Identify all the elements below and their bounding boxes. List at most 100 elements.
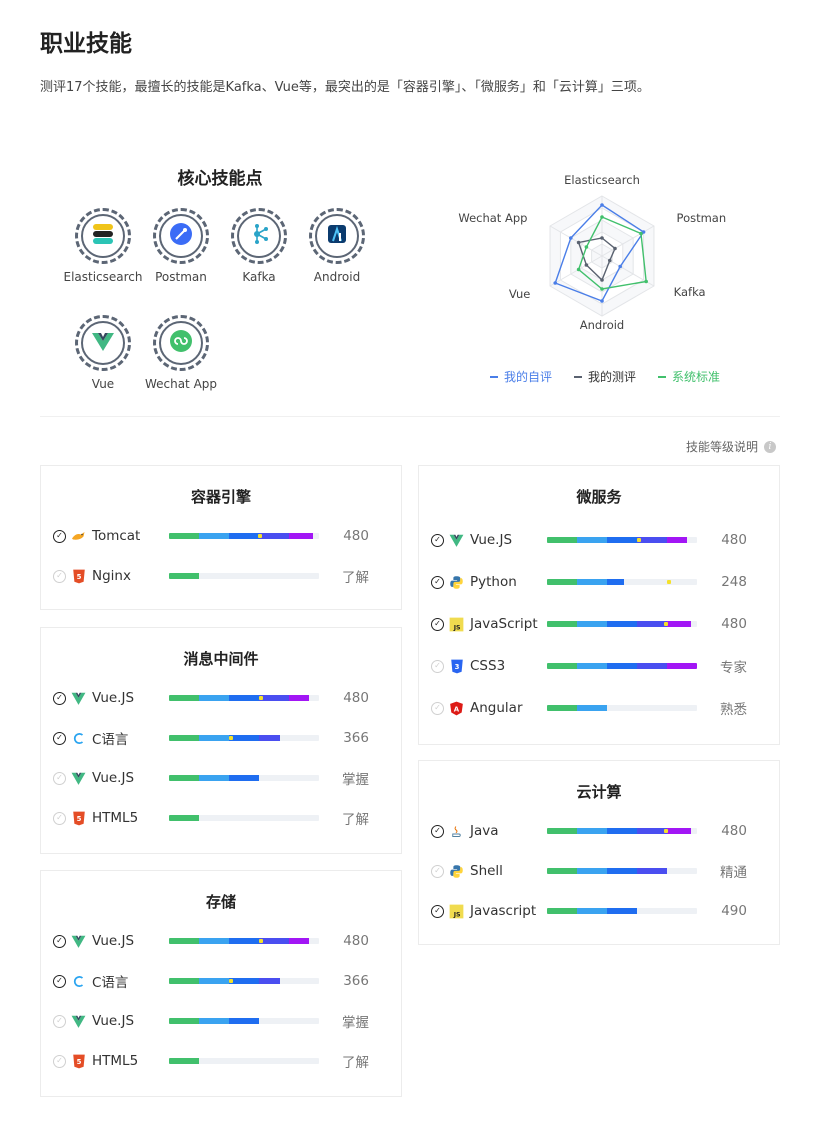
section-divider [40,416,780,417]
verified-check-icon: ✓ [53,691,66,705]
skill-score: 490 [721,903,747,919]
badge-label: Kafka [242,270,276,284]
badge-elasticsearch[interactable]: Elasticsearch [58,208,148,284]
skill-row[interactable]: ✓ Vue.JS 掌握 [53,768,389,788]
skills-summary: 测评17个技能，最擅长的技能是Kafka、Vue等，最突出的是「容器引擎」、「微… [40,80,650,95]
badge-label: Postman [155,270,207,284]
legend-self[interactable]: 我的自评 [490,368,552,385]
skill-name: Java [470,823,499,839]
skill-level-fill [169,1058,199,1064]
skill-level-fill [547,579,624,585]
skill-level-bar [547,537,697,543]
skill-row[interactable]: ✓ Vue.JS 480 [53,931,389,951]
legend-standard[interactable]: 系统标准 [658,368,720,385]
skill-level-fill [169,775,259,781]
skill-score-marker [259,696,263,700]
skill-level-bar [169,573,319,579]
skill-name: C语言 [92,975,129,991]
skill-level-bar [547,868,697,874]
info-icon: i [764,440,776,453]
card-title: 存储 [205,893,236,911]
skill-row[interactable]: ✓ JS Javascript 490 [431,901,767,921]
svg-text:A: A [454,705,460,713]
skill-score: 480 [721,532,747,548]
skill-row[interactable]: ✓ Java 480 [431,821,767,841]
skill-level-bar [169,1058,319,1064]
verified-check-icon: ✓ [431,824,444,838]
skill-score: 了解 [342,812,369,828]
skill-row[interactable]: ✓ Tomcat 480 [53,526,389,546]
skill-name: C语言 [92,732,129,748]
skill-level-help-link[interactable]: 技能等级说明 i [686,438,776,455]
skill-row[interactable]: ✓ C语言 366 [53,971,389,991]
skill-row[interactable]: ✓ Vue.JS 掌握 [53,1011,389,1031]
radar-point [600,299,604,303]
skill-row[interactable]: ✓ C语言 366 [53,728,389,748]
python-icon [449,575,464,590]
angular-icon: A [449,701,464,716]
skill-level-fill [547,537,687,543]
badge-android[interactable]: Android [292,208,382,284]
radar-axis-label: Android [580,318,624,332]
skill-name: Vue.JS [92,1013,135,1029]
badge-postman[interactable]: Postman [136,208,226,284]
radar-point [584,245,589,249]
skill-level-bar [547,621,697,627]
unverified-check-icon: ✓ [431,864,444,878]
radar-point [644,279,648,284]
wechat-miniprogram-icon [168,328,194,358]
card-container-engine: 容器引擎 ✓ Tomcat 480 ✓ 5 Nginx 了解 [40,465,402,610]
skill-row[interactable]: ✓ 5 HTML5 了解 [53,1051,389,1071]
skill-row[interactable]: ✓ 3 CSS3 专家 [431,656,767,676]
skill-row[interactable]: ✓ 5 HTML5 了解 [53,808,389,828]
skill-row[interactable]: ✓ Vue.JS 480 [53,688,389,708]
skill-level-bar [547,579,697,585]
skill-level-bar [169,978,319,984]
skill-row[interactable]: ✓ A Angular 熟悉 [431,698,767,718]
radar-axis-label: Wechat App [458,211,527,225]
skill-row[interactable]: ✓ Python 248 [431,572,767,592]
core-skills-title: 核心技能点 [177,169,263,189]
radar-axis-label: Kafka [674,285,706,299]
radar-point [600,236,604,240]
skill-row[interactable]: ✓ 5 Nginx 了解 [53,566,389,586]
skill-score: 了解 [342,570,369,586]
skill-score: 366 [343,730,369,746]
verified-check-icon: ✓ [431,904,444,918]
skill-level-bar [547,663,697,669]
badge-vue[interactable]: Vue [58,315,148,391]
svg-text:JS: JS [453,911,461,918]
skill-name: Tomcat [92,528,141,544]
c-language-icon [71,974,86,989]
skill-level-fill [547,705,607,711]
skill-name: Shell [470,863,503,879]
badge-wechat-app[interactable]: Wechat App [136,315,226,391]
badge-label: Vue [91,377,115,391]
unverified-check-icon: ✓ [431,659,444,673]
skill-level-fill [547,621,691,627]
skill-level-bar [169,533,319,539]
radar-point [569,236,573,240]
radar-point [607,258,612,263]
skill-row[interactable]: ✓ Shell 精通 [431,861,767,881]
unverified-check-icon: ✓ [53,1014,66,1028]
skill-row[interactable]: ✓ Vue.JS 480 [431,530,767,550]
radar-point [600,278,604,282]
skill-score: 480 [343,528,369,544]
kafka-icon [246,221,272,251]
skill-row[interactable]: ✓ JS JavaScript 480 [431,614,767,634]
unverified-check-icon: ✓ [53,771,66,785]
skill-score: 专家 [720,660,747,676]
vue-icon [71,1014,86,1029]
skill-name: HTML5 [92,810,139,826]
svg-text:JS: JS [453,624,461,631]
skill-name: HTML5 [92,1053,139,1069]
skill-level-bar [547,908,697,914]
skill-level-fill [547,908,637,914]
skill-score: 精通 [720,865,747,881]
radar-point [600,287,604,291]
vue-icon [71,691,86,706]
legend-test[interactable]: 我的测评 [574,368,636,385]
skill-score-marker [229,979,233,983]
badge-kafka[interactable]: Kafka [214,208,304,284]
